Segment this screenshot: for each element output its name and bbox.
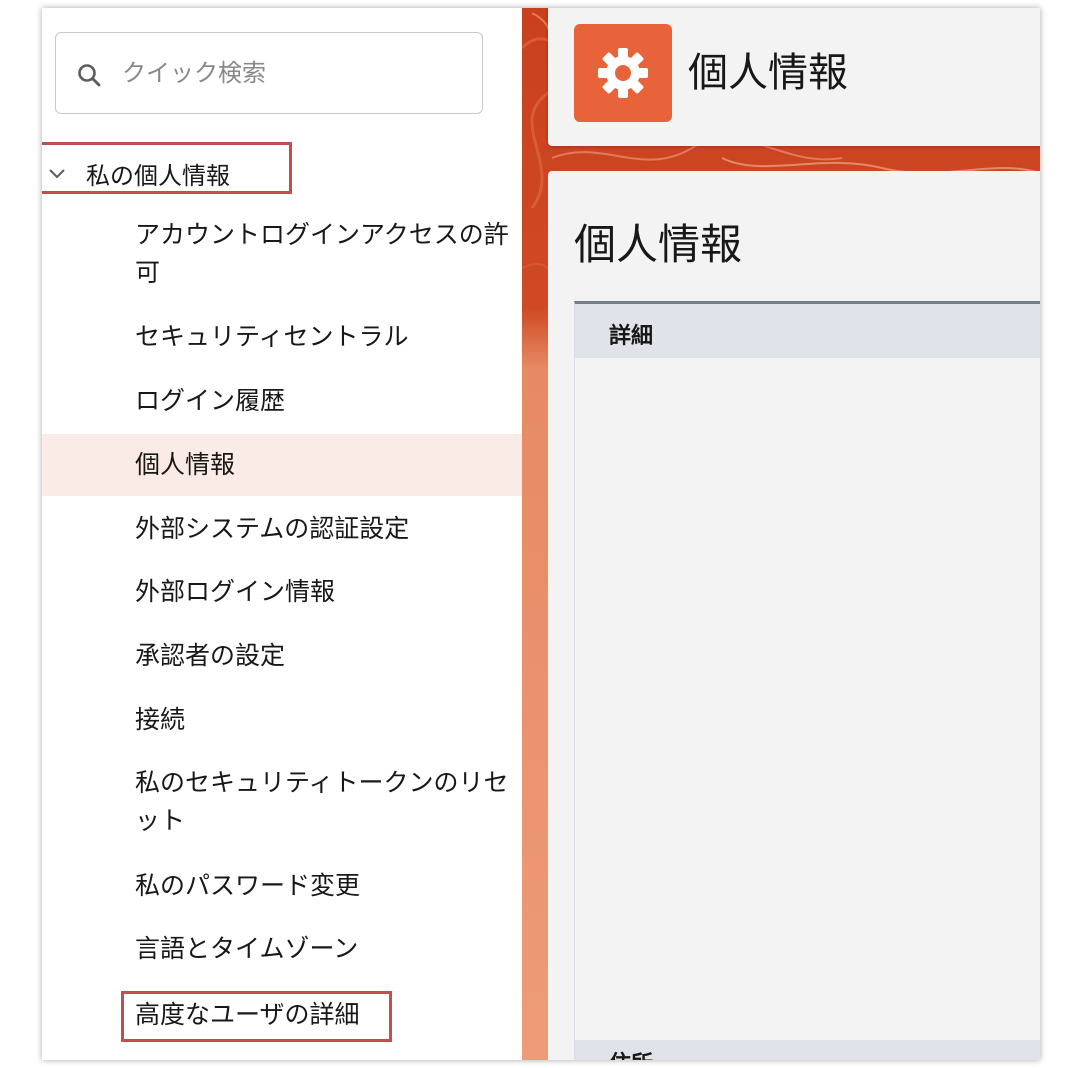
setup-sidebar: 私の個人情報 アカウントログインアクセスの許可 セキュリティセントラル ログイン…	[42, 8, 522, 1060]
sidebar-item-connections[interactable]: 接続	[42, 701, 522, 739]
sidebar-item-label: 承認者の設定	[135, 641, 286, 670]
detail-section-label: 詳細	[609, 324, 654, 349]
content-card: 個人情報 詳細 ニ 住所	[548, 171, 1040, 1060]
sidebar-item-label: 私のパスワード変更	[135, 871, 361, 900]
chevron-down-icon[interactable]	[48, 166, 66, 180]
search-icon	[78, 64, 101, 87]
sidebar-item-label: ログイン履歴	[135, 386, 286, 415]
sidebar-item-label: アカウントログインアクセスの許可	[135, 220, 509, 287]
sidebar-item-advanced-user-details[interactable]: 高度なユーザの詳細	[42, 996, 522, 1034]
sidebar-item-login-history[interactable]: ログイン履歴	[42, 382, 522, 420]
page-title: 個人情報	[574, 220, 743, 269]
sidebar-item-language-timezone[interactable]: 言語とタイムゾーン	[42, 930, 522, 968]
sidebar-item-label: 言語とタイムゾーン	[135, 934, 359, 963]
sidebar-item-label: 外部システムの認証設定	[135, 514, 410, 543]
sidebar-item-label: 個人情報	[135, 450, 236, 479]
sidebar-item-personal-info[interactable]: 個人情報	[42, 434, 522, 496]
sidebar-item-change-password[interactable]: 私のパスワード変更	[42, 867, 522, 905]
header-icon-tile	[574, 24, 672, 122]
quick-search-box[interactable]	[55, 32, 483, 114]
section-label: 私の個人情報	[86, 162, 230, 190]
search-input[interactable]	[122, 51, 462, 95]
app-window: 私の個人情報 アカウントログインアクセスの許可 セキュリティセントラル ログイン…	[42, 8, 1040, 1060]
sidebar-item-label: 外部ログイン情報	[135, 577, 336, 606]
detail-section: 詳細 ニ 住所	[574, 301, 1040, 1060]
sidebar-item-reset-security-token[interactable]: 私のセキュリティトークンのリセット	[42, 764, 522, 840]
main-area: 個人情報 個人情報 詳細 ニ 住所	[522, 8, 1040, 1060]
sidebar-item-label: セキュリティセントラル	[135, 322, 409, 351]
sidebar-item-label: 私のセキュリティトークンのリセット	[135, 768, 509, 835]
detail-section-header: 詳細	[575, 304, 1040, 358]
address-section-header: 住所	[575, 1040, 1040, 1060]
sidebar-item-external-login-info[interactable]: 外部ログイン情報	[42, 573, 522, 611]
sidebar-item-label: 高度なユーザの詳細	[135, 1000, 360, 1029]
page-header: 個人情報	[548, 8, 1040, 146]
header-title: 個人情報	[688, 50, 848, 96]
section-my-personal-info[interactable]: 私の個人情報	[42, 148, 522, 196]
sidebar-item-security-central[interactable]: セキュリティセントラル	[42, 318, 522, 356]
sidebar-item-approver-settings[interactable]: 承認者の設定	[42, 637, 522, 675]
sidebar-item-account-login-access[interactable]: アカウントログインアクセスの許可	[42, 216, 522, 292]
sidebar-item-external-auth-settings[interactable]: 外部システムの認証設定	[42, 510, 522, 548]
sidebar-item-label: 接続	[135, 705, 186, 734]
address-section-label: 住所	[609, 1046, 653, 1060]
gear-icon	[598, 48, 648, 98]
